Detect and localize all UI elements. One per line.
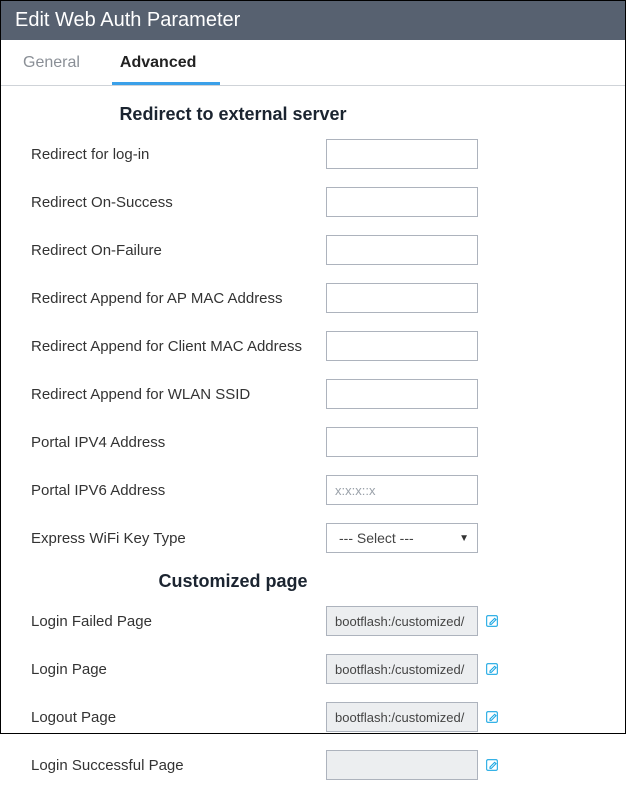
input-portal-ipv4[interactable] [326,427,478,457]
label-redirect-login: Redirect for log-in [1,146,326,163]
input-logout-page: bootflash:/customized/ [326,702,478,732]
label-redirect-ap-mac: Redirect Append for AP MAC Address [1,290,326,307]
tab-general[interactable]: General [15,42,104,85]
input-redirect-client-mac[interactable] [326,331,478,361]
label-portal-ipv6: Portal IPV6 Address [1,482,326,499]
form-area: Redirect to external server Redirect for… [1,104,625,808]
input-redirect-ap-mac[interactable] [326,283,478,313]
input-login-success-page [326,750,478,780]
tab-bar: General Advanced [1,42,625,86]
edit-icon[interactable] [484,757,500,773]
section-heading-redirect: Redirect to external server [1,104,605,125]
label-login-failed-page: Login Failed Page [1,613,326,630]
label-redirect-client-mac: Redirect Append for Client MAC Address [1,338,326,355]
input-redirect-wlan-ssid[interactable] [326,379,478,409]
section-heading-customized: Customized page [1,571,605,592]
label-login-success-page: Login Successful Page [1,757,326,774]
chevron-down-icon: ▼ [459,533,469,544]
label-redirect-wlan-ssid: Redirect Append for WLAN SSID [1,386,326,403]
input-portal-ipv6[interactable] [326,475,478,505]
window-title: Edit Web Auth Parameter [1,1,625,40]
select-express-wifi[interactable]: --- Select --- ▼ [326,523,478,553]
input-redirect-login[interactable] [326,139,478,169]
input-login-page: bootflash:/customized/ [326,654,478,684]
label-portal-ipv4: Portal IPV4 Address [1,434,326,451]
edit-icon[interactable] [484,661,500,677]
edit-icon[interactable] [484,613,500,629]
label-redirect-success: Redirect On-Success [1,194,326,211]
input-redirect-failure[interactable] [326,235,478,265]
label-logout-page: Logout Page [1,709,326,726]
input-redirect-success[interactable] [326,187,478,217]
input-login-failed-page: bootflash:/customized/ [326,606,478,636]
label-express-wifi: Express WiFi Key Type [1,530,326,547]
edit-icon[interactable] [484,709,500,725]
label-redirect-failure: Redirect On-Failure [1,242,326,259]
tab-advanced[interactable]: Advanced [112,42,220,85]
label-login-page: Login Page [1,661,326,678]
select-express-wifi-value: --- Select --- [339,530,414,546]
